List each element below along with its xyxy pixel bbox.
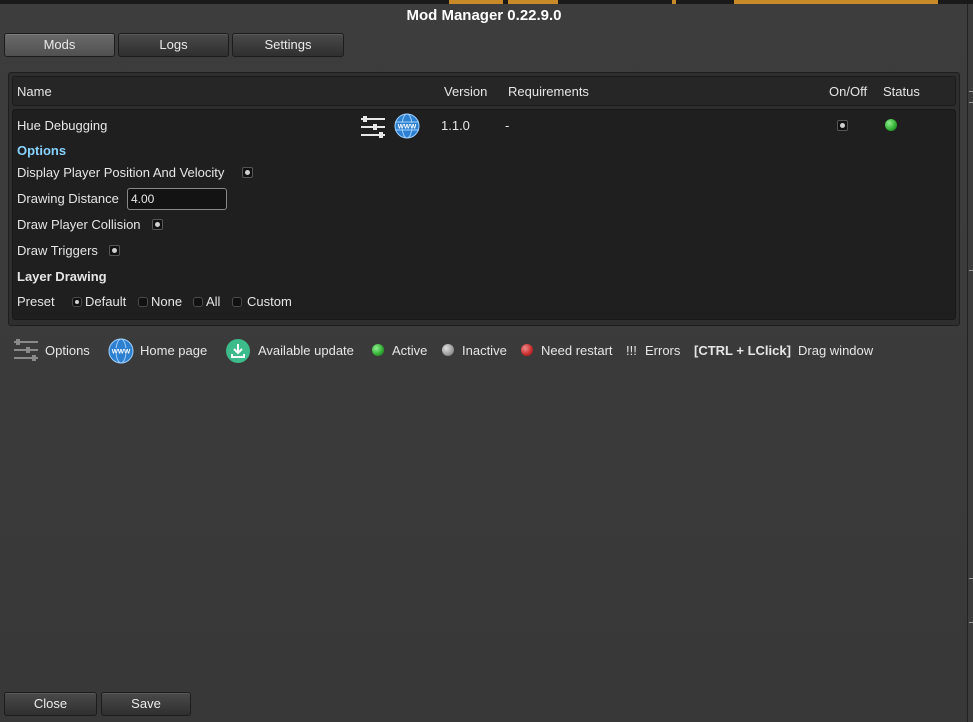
header-onoff: On/Off: [829, 84, 868, 99]
download-icon: [225, 338, 251, 364]
draw-player-collision-toggle[interactable]: [152, 219, 163, 230]
tab-mods[interactable]: Mods: [4, 33, 115, 57]
window-title[interactable]: Mod Manager 0.22.9.0: [0, 7, 968, 24]
draw-player-collision-label: Draw Player Collision: [17, 217, 141, 232]
errors-icon: !!!: [626, 343, 637, 358]
tab-logs[interactable]: Logs: [118, 33, 229, 57]
mod-name[interactable]: Hue Debugging: [17, 118, 107, 133]
draw-triggers-toggle[interactable]: [109, 245, 120, 256]
table-header: Name Version Requirements On/Off Status: [12, 76, 956, 106]
legend-update-label: Available update: [258, 343, 354, 358]
sliders-icon: [13, 338, 39, 362]
header-requirements: Requirements: [508, 84, 589, 99]
legend-drag-window-label: Drag window: [798, 343, 874, 358]
layer-drawing-heading: Layer Drawing: [17, 269, 107, 284]
legend-shortcut: [CTRL + LClick]: [694, 343, 791, 358]
globe-www-icon: WWW: [108, 338, 134, 364]
preset-all-radio[interactable]: [193, 297, 203, 307]
svg-text:WWW: WWW: [398, 124, 417, 131]
close-button[interactable]: Close: [4, 692, 97, 716]
header-status: Status: [883, 84, 920, 99]
preset-custom-label[interactable]: Custom: [247, 294, 292, 309]
active-status-icon: [372, 344, 384, 356]
preset-all-label[interactable]: All: [206, 294, 220, 309]
globe-www-icon[interactable]: WWW: [394, 113, 420, 139]
display-player-position-label: Display Player Position And Velocity: [17, 165, 225, 180]
status-active-dot: [885, 119, 897, 131]
options-heading: Options: [17, 143, 67, 158]
legend-need-restart-label: Need restart: [541, 343, 613, 358]
drawing-distance-label: Drawing Distance: [17, 191, 119, 206]
preset-default-label[interactable]: Default: [85, 294, 126, 309]
inactive-status-icon: [442, 344, 454, 356]
mod-requirements: -: [505, 118, 510, 133]
svg-text:WWW: WWW: [112, 349, 131, 356]
legend-errors-label: Errors: [645, 343, 681, 358]
header-version: Version: [444, 84, 488, 99]
need-restart-status-icon: [521, 344, 533, 356]
legend-options-label: Options: [45, 343, 90, 358]
preset-label: Preset: [17, 294, 55, 309]
display-player-position-toggle[interactable]: [242, 167, 253, 178]
drawing-distance-field[interactable]: 4.00: [127, 188, 227, 210]
mod-enable-toggle[interactable]: [837, 120, 848, 131]
preset-default-radio[interactable]: [72, 297, 82, 307]
mod-row-expanded: Hue Debugging WWW 1.1.0 - Options Displa…: [12, 109, 956, 320]
draw-triggers-label: Draw Triggers: [17, 243, 98, 258]
save-button[interactable]: Save: [101, 692, 191, 716]
mod-manager-window[interactable]: Mod Manager 0.22.9.0 Mods Logs Settings …: [0, 4, 968, 722]
legend-home-page-label: Home page: [140, 343, 208, 358]
mod-version: 1.1.0: [441, 118, 470, 133]
mods-panel: Name Version Requirements On/Off Status …: [8, 72, 960, 326]
preset-none-radio[interactable]: [138, 297, 148, 307]
legend-active-label: Active: [392, 343, 428, 358]
tab-settings[interactable]: Settings: [232, 33, 344, 57]
legend-inactive-label: Inactive: [462, 343, 507, 358]
preset-none-label[interactable]: None: [151, 294, 182, 309]
header-name: Name: [17, 84, 52, 99]
preset-custom-radio[interactable]: [232, 297, 242, 307]
sliders-icon[interactable]: [360, 114, 386, 140]
